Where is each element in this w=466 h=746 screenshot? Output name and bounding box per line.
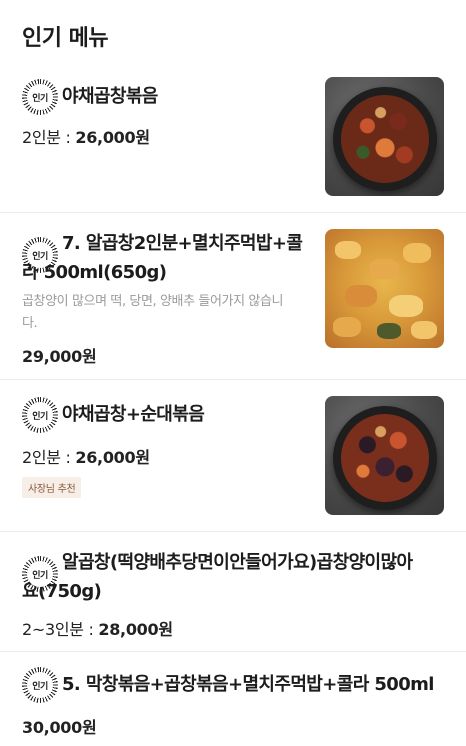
food-piece bbox=[369, 259, 399, 279]
price-value: 26,000원 bbox=[75, 128, 150, 147]
menu-item-header: 인기 야채곱창+순대볶음 bbox=[22, 397, 205, 433]
menu-item[interactable]: 인기 5. 막창볶음+곱창볶음+멸치주먹밥+콜라 500ml 30,000원 bbox=[0, 652, 466, 746]
menu-item-title-line: 7. 알곱창2인분+멸치주먹밥+콜 bbox=[62, 233, 303, 254]
menu-item-header: 인기 5. 막창볶음+곱창볶음+멸치주먹밥+콜라 500ml bbox=[22, 667, 434, 703]
menu-item-price: 29,000원 bbox=[22, 343, 97, 367]
price-prefix: 2인분 : bbox=[22, 128, 76, 147]
menu-item-price: 2인분 : 26,000원 bbox=[22, 444, 150, 468]
menu-item-header: 인기 7. 알곱창2인분+멸치주먹밥+콜 라 500ml(650g) bbox=[22, 229, 303, 287]
price-prefix: 2인분 : bbox=[22, 448, 76, 467]
popular-badge-label: 인기 bbox=[32, 93, 48, 104]
popular-badge-icon: 인기 bbox=[22, 237, 58, 273]
menu-item[interactable]: 인기 야채곱창볶음 2인분 : 26,000원 bbox=[0, 60, 466, 213]
price-value: 28,000원 bbox=[98, 620, 173, 639]
menu-item-header: 인기 야채곱창볶음 bbox=[22, 79, 158, 115]
price-value: 29,000원 bbox=[22, 347, 97, 366]
menu-item-price: 2~3인분 : 28,000원 bbox=[22, 616, 173, 640]
menu-item-price: 2인분 : 26,000원 bbox=[22, 124, 150, 148]
popular-badge-icon: 인기 bbox=[22, 397, 58, 433]
menu-item-title: 야채곱창볶음 bbox=[62, 82, 158, 111]
menu-item-image bbox=[325, 229, 444, 348]
menu-item[interactable]: 인기 알곱창(떡양배추당면이안들어가요)곱창양이많아 요(750g) 2~3인분… bbox=[0, 532, 466, 652]
popular-menu-page: 인기 메뉴 인기 야채곱창볶음 2인분 : 26,000원 인기 7. 알곱창2… bbox=[0, 0, 466, 746]
price-value: 30,000원 bbox=[22, 718, 97, 737]
menu-item-title-line: 알곱창(떡양배추당면이안들어가요)곱창양이많아 bbox=[62, 552, 413, 573]
menu-item-title: 7. 알곱창2인분+멸치주먹밥+콜 라 500ml(650g) bbox=[22, 229, 303, 287]
price-value: 26,000원 bbox=[75, 448, 150, 467]
menu-item-title-line: 5. 막창볶음+곱창볶음+멸치주먹밥+콜라 500ml bbox=[62, 674, 434, 695]
menu-item-title: 알곱창(떡양배추당면이안들어가요)곱창양이많아 요(750g) bbox=[22, 548, 413, 606]
menu-item[interactable]: 인기 7. 알곱창2인분+멸치주먹밥+콜 라 500ml(650g) 곱창양이 … bbox=[0, 213, 466, 380]
popular-badge-label: 인기 bbox=[32, 570, 48, 581]
popular-badge-label: 인기 bbox=[32, 411, 48, 422]
food-piece bbox=[333, 317, 361, 337]
popular-badge-icon: 인기 bbox=[22, 79, 58, 115]
menu-item-title-line: 야채곱창볶음 bbox=[62, 86, 158, 107]
food-shape bbox=[341, 414, 429, 502]
food-piece bbox=[411, 321, 437, 339]
menu-item-image bbox=[325, 77, 444, 196]
menu-item-title-line: 요(750g) bbox=[22, 581, 102, 602]
food-shape bbox=[341, 95, 429, 183]
menu-item-title-line: 야채곱창+순대볶음 bbox=[62, 404, 205, 425]
description-line: 다. bbox=[22, 316, 38, 331]
popular-badge-label: 인기 bbox=[32, 681, 48, 692]
menu-item-title-line: 라 500ml(650g) bbox=[22, 262, 167, 283]
section-title: 인기 메뉴 bbox=[22, 26, 109, 51]
menu-item-description: 곱창양이 많으며 떡, 당면, 양배추 들어가지 않습니 다. bbox=[22, 291, 312, 335]
price-prefix: 2~3인분 : bbox=[22, 620, 99, 639]
food-piece bbox=[377, 323, 401, 339]
menu-item-title: 야채곱창+순대볶음 bbox=[62, 400, 205, 429]
menu-item-header: 인기 알곱창(떡양배추당면이안들어가요)곱창양이많아 요(750g) bbox=[22, 548, 413, 606]
popular-badge-icon: 인기 bbox=[22, 556, 58, 592]
food-piece bbox=[335, 241, 361, 259]
food-piece bbox=[389, 295, 423, 317]
food-piece bbox=[403, 243, 431, 263]
menu-item-title: 5. 막창볶음+곱창볶음+멸치주먹밥+콜라 500ml bbox=[62, 670, 434, 699]
popular-badge-icon: 인기 bbox=[22, 667, 58, 703]
menu-item[interactable]: 인기 야채곱창+순대볶음 2인분 : 26,000원 사장님 추천 bbox=[0, 380, 466, 532]
menu-item-image bbox=[325, 396, 444, 515]
description-line: 곱창양이 많으며 떡, 당면, 양배추 들어가지 않습니 bbox=[22, 294, 284, 309]
popular-badge-label: 인기 bbox=[32, 251, 48, 262]
menu-item-price: 30,000원 bbox=[22, 714, 97, 738]
owner-recommend-tag: 사장님 추천 bbox=[22, 477, 82, 498]
food-piece bbox=[345, 285, 377, 307]
